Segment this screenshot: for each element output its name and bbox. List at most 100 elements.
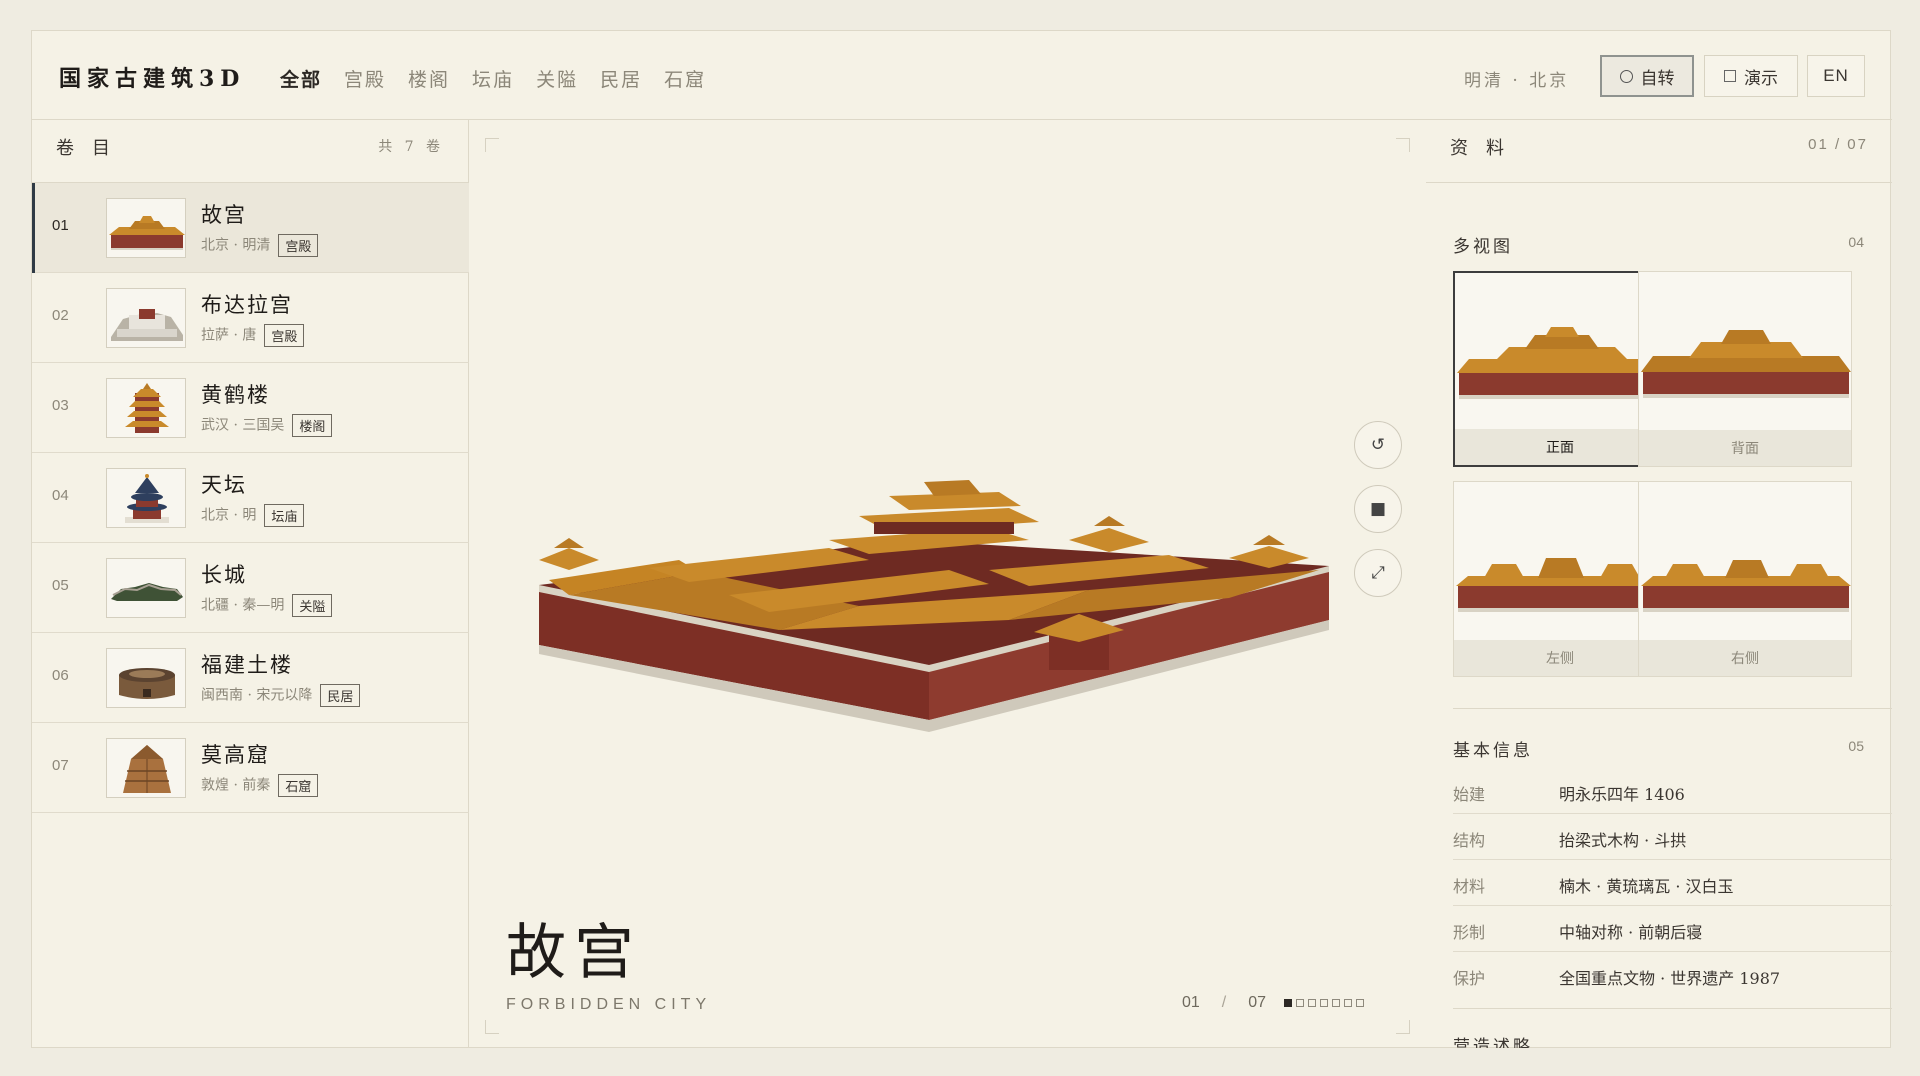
list-item-temple-of-heaven[interactable]: 04 天坛 北京 · 明坛庙	[32, 453, 469, 543]
demo-label: 演示	[1744, 68, 1778, 89]
item-tag: 宫殿	[278, 234, 319, 257]
info-section-title: 基本信息	[1453, 741, 1533, 761]
page-dot[interactable]	[1284, 999, 1293, 1007]
model-viewer[interactable]: ↺ ■ ⤢ 故宫 FORBIDDEN CITY 01 / 07	[469, 120, 1426, 1048]
nav-all[interactable]: 全部	[280, 65, 322, 92]
autorotate-label: 自转	[1640, 68, 1675, 89]
viewer-corner-mark	[1396, 1020, 1410, 1034]
item-meta: 闽西南 · 宋元以降 民居	[201, 684, 361, 707]
item-location: 北疆 · 秦—明	[201, 597, 285, 614]
expand-icon: ⤢	[1371, 563, 1385, 583]
view-label: 右侧	[1639, 640, 1851, 676]
item-title: 故宫	[201, 203, 247, 227]
info-key: 形制	[1453, 923, 1486, 942]
item-tag: 坛庙	[264, 504, 305, 527]
square-icon	[1724, 70, 1736, 82]
list-item-great-wall[interactable]: 05 长城 北疆 · 秦—明 关隘	[32, 543, 469, 633]
info-panel: 资料 01 / 07 多视图 04 正面 背面 左侧 右侧 基本信息 05 始建…	[1426, 120, 1892, 1048]
page-dot[interactable]	[1356, 999, 1365, 1007]
viewer-corner-mark	[485, 1020, 499, 1034]
temple-of-heaven-thumbnail	[106, 468, 186, 528]
info-row-material: 材料 楠木 · 黄琉璃瓦 · 汉白玉	[1453, 860, 1892, 906]
model-title: 故宫	[506, 918, 642, 988]
item-location: 武汉 · 三国吴	[201, 417, 285, 434]
item-location: 闽西南 · 宋元以降	[201, 687, 313, 704]
viewer-corner-mark	[1396, 138, 1410, 152]
page-total: 07	[1248, 994, 1267, 1011]
yellow-crane-tower-thumbnail	[106, 378, 186, 438]
language-button[interactable]: EN	[1807, 55, 1865, 97]
info-key: 保护	[1453, 969, 1486, 988]
page-dot[interactable]	[1320, 999, 1329, 1007]
info-value: 中轴对称 · 前朝后寝	[1559, 923, 1703, 942]
item-location: 北京 · 明清	[201, 237, 271, 254]
forbidden-city-model[interactable]	[529, 420, 1329, 750]
view-left[interactable]: 左侧	[1453, 481, 1667, 677]
item-title: 莫高窟	[201, 743, 270, 767]
item-title: 天坛	[201, 473, 247, 497]
viewer-corner-mark	[485, 138, 499, 152]
nav-grotto[interactable]: 石窟	[664, 65, 706, 92]
info-key: 结构	[1453, 831, 1486, 850]
page-dot[interactable]	[1308, 999, 1317, 1007]
list-item-forbidden-city[interactable]: 01 故宫 北京 · 明清 宫殿	[32, 183, 469, 273]
catalog-sidebar: 卷目 共 7 卷 01 故宫 北京 · 明清 宫殿 02 布达拉宫 拉萨 · 唐…	[32, 120, 469, 1048]
item-tag: 关隘	[292, 594, 333, 617]
sidebar-count: 共 7 卷	[378, 139, 444, 155]
stop-button[interactable]: ■	[1354, 485, 1402, 533]
info-row-structure: 结构 抬梁式木构 · 斗拱	[1453, 814, 1892, 860]
item-number: 03	[52, 397, 69, 414]
view-front[interactable]: 正面	[1453, 271, 1667, 467]
reset-rotation-button[interactable]: ↺	[1354, 421, 1402, 469]
info-key: 始建	[1453, 785, 1486, 804]
page-dot[interactable]	[1296, 999, 1305, 1007]
item-meta: 北疆 · 秦—明 关隘	[201, 594, 333, 617]
info-row-layout: 形制 中轴对称 · 前朝后寝	[1453, 906, 1892, 952]
sidebar-title: 卷目	[56, 138, 128, 159]
back-view-image	[1639, 272, 1851, 432]
list-item-fujian-tulou[interactable]: 06 福建土楼 闽西南 · 宋元以降 民居	[32, 633, 469, 723]
nav-dwelling[interactable]: 民居	[600, 65, 642, 92]
item-meta: 敦煌 · 前秦 石窟	[201, 774, 319, 797]
item-number: 02	[52, 307, 69, 324]
fullscreen-button[interactable]: ⤢	[1354, 549, 1402, 597]
nav-pass[interactable]: 关隘	[536, 65, 578, 92]
item-location: 北京 · 明	[201, 507, 257, 524]
left-view-image	[1454, 482, 1666, 642]
page-dot[interactable]	[1332, 999, 1341, 1007]
right-view-image	[1639, 482, 1851, 642]
location-label: 明清 · 北京	[1464, 71, 1570, 91]
nav-palace[interactable]: 宫殿	[344, 65, 386, 92]
nav-temple[interactable]: 坛庙	[472, 65, 514, 92]
list-item-yellow-crane-tower[interactable]: 03 黄鹤楼 武汉 · 三国吴 楼阁	[32, 363, 469, 453]
info-section-number: 05	[1848, 738, 1864, 754]
front-view-image	[1455, 273, 1665, 433]
item-number: 05	[52, 577, 69, 594]
item-meta: 武汉 · 三国吴 楼阁	[201, 414, 333, 437]
list-item-potala-palace[interactable]: 02 布达拉宫 拉萨 · 唐宫殿	[32, 273, 469, 363]
view-label: 背面	[1639, 430, 1851, 466]
panel-page: 01 / 07	[1808, 136, 1868, 153]
info-value: 明永乐四年 1406	[1559, 785, 1685, 804]
item-title: 布达拉宫	[201, 293, 293, 317]
list-item-mogao-caves[interactable]: 07 莫高窟 敦煌 · 前秦 石窟	[32, 723, 469, 813]
view-back[interactable]: 背面	[1638, 271, 1852, 467]
demo-button[interactable]: 演示	[1704, 55, 1798, 97]
item-number: 04	[52, 487, 69, 504]
mogao-thumbnail	[106, 738, 186, 798]
item-location: 敦煌 · 前秦	[201, 777, 271, 794]
item-meta: 拉萨 · 唐宫殿	[201, 324, 305, 347]
item-tag: 楼阁	[292, 414, 333, 437]
rotate-icon: ↺	[1370, 435, 1386, 455]
info-key: 材料	[1453, 877, 1486, 896]
nav-tower[interactable]: 楼阁	[408, 65, 450, 92]
circle-icon	[1619, 69, 1633, 83]
item-tag: 石窟	[278, 774, 319, 797]
page-separator: /	[1221, 994, 1227, 1011]
view-right[interactable]: 右侧	[1638, 481, 1852, 677]
autorotate-button[interactable]: 自转	[1600, 55, 1694, 97]
app-frame: 国家古建筑3D 全部 宫殿 楼阁 坛庙 关隘 民居 石窟 明清 · 北京 自转 …	[31, 30, 1892, 1048]
info-row-built: 始建 明永乐四年 1406	[1453, 768, 1892, 814]
views-section-title: 多视图	[1453, 237, 1513, 257]
page-dot[interactable]	[1344, 999, 1353, 1007]
